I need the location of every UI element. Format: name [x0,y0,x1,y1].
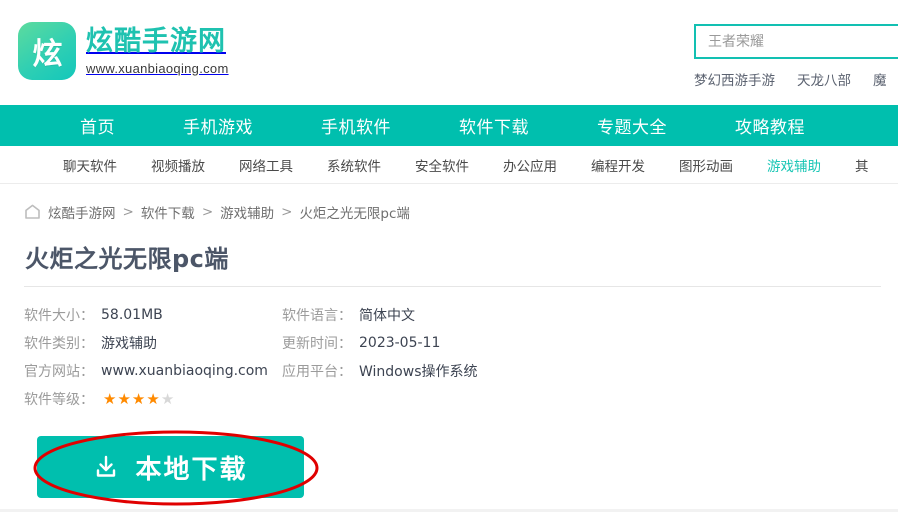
subnav-item-programming[interactable]: 编程开发 [574,155,662,175]
breadcrumb-item-current: 火炬之光无限pc端 [299,206,410,222]
info-label-language: 软件语言： [282,308,352,324]
home-icon [24,204,41,220]
star-icon-4: ★ [146,389,160,408]
info-row-size-language: 软件大小： 58.01MB 软件语言： 简体中文 [24,301,874,329]
star-icon-2: ★ [117,389,131,408]
nav-item-guides[interactable]: 攻略教程 [701,113,839,138]
info-cell-category: 软件类别： 游戏辅助 [24,333,282,353]
info-label-category: 软件类别： [24,336,94,352]
subnav-item-game-tools[interactable]: 游戏辅助 [750,155,838,175]
download-button-label: 本地下载 [135,454,248,485]
site-header: 炫 炫酷手游网 www.xuanbiaoqing.com 梦幻西游手游 天龙八部… [0,0,898,105]
breadcrumb-item-3[interactable]: 游戏辅助 [220,202,274,222]
subnav-item-system[interactable]: 系统软件 [310,155,398,175]
software-info-table: 软件大小： 58.01MB 软件语言： 简体中文 软件类别： 游戏辅助 更新时间… [24,301,874,413]
download-area: 本地下载 [24,429,874,509]
main-navigation: 首页 手机游戏 手机软件 软件下载 专题大全 攻略教程 [0,105,898,146]
breadcrumb-separator-3: > [281,204,293,220]
info-label-platform: 应用平台： [282,364,352,380]
search-container [694,24,898,59]
star-icon-1: ★ [103,389,117,408]
page-root: 炫 炫酷手游网 www.xuanbiaoqing.com 梦幻西游手游 天龙八部… [0,0,898,509]
info-label-updated: 更新时间： [282,336,352,352]
info-value-category: 游戏辅助 [101,336,157,352]
subnav-item-other[interactable]: 其 [838,155,886,175]
info-label-size: 软件大小： [24,308,94,324]
hot-keywords: 梦幻西游手游 天龙八部 魔 [694,69,887,89]
info-cell-size: 软件大小： 58.01MB [24,305,282,325]
info-row-website-platform: 官方网站： www.xuanbiaoqing.com 应用平台： Windows… [24,357,874,385]
page-title: 火炬之光无限pc端 [25,245,229,273]
info-label-rating: 软件等级： [24,392,94,408]
local-download-button[interactable]: 本地下载 [37,436,304,498]
nav-item-topics[interactable]: 专题大全 [563,113,701,138]
title-divider [24,286,881,287]
hot-keyword-2[interactable]: 天龙八部 [797,69,851,89]
site-logo-icon: 炫 [18,22,76,80]
nav-item-home[interactable]: 首页 [46,113,149,138]
site-logo-link[interactable]: 炫 炫酷手游网 www.xuanbiaoqing.com [18,22,229,80]
star-icon-3: ★ [131,389,146,408]
info-label-website: 官方网站： [24,364,94,380]
site-url: www.xuanbiaoqing.com [86,60,229,76]
info-cell-rating: 软件等级： ★ ★ ★ ★ ★ [24,389,282,409]
subnav-item-network[interactable]: 网络工具 [222,155,310,175]
subnav-item-chat[interactable]: 聊天软件 [46,155,134,175]
nav-item-mobile-apps[interactable]: 手机软件 [287,113,425,138]
content-card: 炫酷手游网 > 软件下载 > 游戏辅助 > 火炬之光无限pc端 火炬之光无限pc… [10,184,888,509]
breadcrumb-separator-2: > [201,204,214,220]
nav-item-software-download[interactable]: 软件下载 [425,113,563,138]
info-cell-language: 软件语言： 简体中文 [282,305,415,325]
search-input[interactable] [694,24,898,59]
info-value-updated: 2023-05-11 [359,335,441,351]
nav-item-mobile-games[interactable]: 手机游戏 [149,113,287,138]
rating-stars: ★ ★ ★ ★ ★ [103,389,175,408]
subnav-item-security[interactable]: 安全软件 [398,155,486,175]
subnav-item-graphics[interactable]: 图形动画 [662,155,750,175]
info-value-language: 简体中文 [359,308,415,324]
subnav-item-video[interactable]: 视频播放 [134,155,222,175]
hot-keyword-3[interactable]: 魔 [873,69,887,89]
info-row-category-updated: 软件类别： 游戏辅助 更新时间： 2023-05-11 [24,329,874,357]
info-cell-updated: 更新时间： 2023-05-11 [282,333,440,353]
sub-navigation: 聊天软件 视频播放 网络工具 系统软件 安全软件 办公应用 编程开发 图形动画 … [0,146,898,184]
breadcrumb-item-2[interactable]: 软件下载 [141,202,195,222]
hot-keyword-1[interactable]: 梦幻西游手游 [694,69,775,89]
site-name: 炫酷手游网 [86,25,226,57]
subnav-item-office[interactable]: 办公应用 [486,155,574,175]
download-icon [93,454,119,480]
info-value-website: www.xuanbiaoqing.com [101,363,268,379]
breadcrumb-item-1[interactable]: 炫酷手游网 [48,202,116,222]
info-row-rating: 软件等级： ★ ★ ★ ★ ★ [24,385,874,413]
star-icon-5: ★ [160,389,175,408]
breadcrumb: 炫酷手游网 > 软件下载 > 游戏辅助 > 火炬之光无限pc端 [24,184,874,222]
info-cell-platform: 应用平台： Windows操作系统 [282,361,478,381]
brand-text: 炫酷手游网 www.xuanbiaoqing.com [86,28,229,75]
site-logo-glyph: 炫 [32,37,63,72]
breadcrumb-separator-1: > [122,204,134,220]
info-value-platform: Windows操作系统 [359,364,478,380]
info-value-size: 58.01MB [101,307,163,323]
info-cell-website: 官方网站： www.xuanbiaoqing.com [24,361,282,381]
